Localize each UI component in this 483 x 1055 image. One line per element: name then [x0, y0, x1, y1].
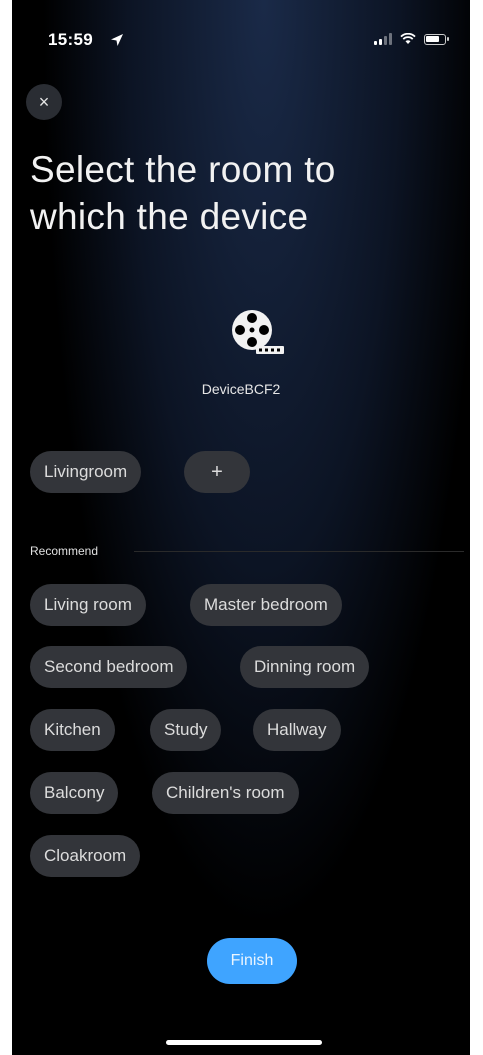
chip-label: Hallway — [267, 720, 327, 739]
recommend-chip[interactable]: Hallway — [253, 709, 341, 751]
home-indicator — [166, 1040, 322, 1045]
chip-label: Kitchen — [44, 720, 101, 739]
room-chip-livingroom[interactable]: Livingroom — [30, 451, 142, 493]
status-bar: 15:59 — [48, 30, 449, 52]
chip-label: Dinning room — [254, 657, 356, 676]
chip-label: Master bedroom — [204, 595, 328, 614]
recommend-label: Recommend — [30, 544, 99, 558]
signal-icon — [374, 33, 392, 45]
recommend-chip[interactable]: Cloakroom — [30, 835, 141, 877]
location-arrow-icon — [111, 34, 123, 46]
recommend-chip[interactable]: Balcony — [30, 772, 119, 814]
finish-button[interactable]: Finish — [207, 938, 297, 984]
chip-label: Study — [164, 720, 208, 739]
recommend-chip[interactable]: Master bedroom — [190, 584, 342, 626]
battery-icon — [424, 33, 449, 45]
finish-label: Finish — [230, 952, 274, 969]
recommend-chip[interactable]: Dinning room — [240, 646, 370, 688]
chip-label: Second bedroom — [44, 657, 174, 676]
room-chip-label: Livingroom — [44, 462, 128, 481]
page-title: Select the room to which the device — [30, 149, 336, 237]
close-button[interactable]: × — [26, 84, 62, 120]
status-icons — [374, 33, 449, 45]
chip-label: Balcony — [44, 783, 105, 802]
device-name: DeviceBCF2 — [201, 381, 281, 397]
plus-icon: + — [211, 461, 223, 483]
wifi-icon — [400, 33, 416, 44]
close-icon: × — [38, 91, 50, 112]
chip-label: Cloakroom — [44, 846, 127, 865]
recommend-chip[interactable]: Study — [150, 709, 222, 751]
divider — [134, 551, 464, 552]
recommend-chip[interactable]: Second bedroom — [30, 646, 188, 688]
add-room-button[interactable]: + — [184, 451, 250, 493]
chip-label: Children's room — [166, 783, 285, 802]
screen: 15:59 × Select the room to which the dev… — [12, 0, 470, 1055]
status-time: 15:59 — [48, 30, 93, 49]
chip-label: Living room — [44, 595, 132, 614]
recommend-chip[interactable]: Kitchen — [30, 709, 115, 751]
recommend-chip[interactable]: Children's room — [152, 772, 299, 814]
film-reel-icon — [232, 310, 284, 354]
recommend-chip[interactable]: Living room — [30, 584, 146, 626]
